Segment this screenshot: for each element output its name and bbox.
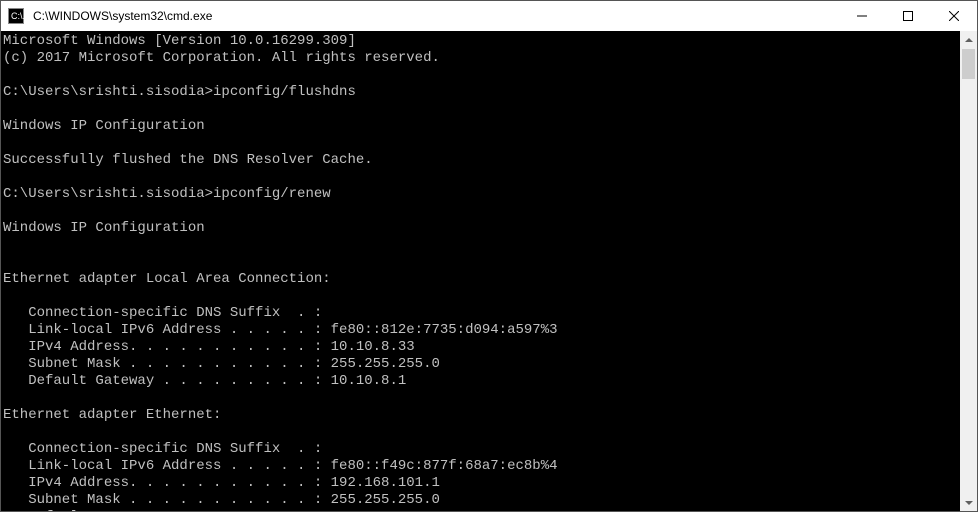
- cmd-icon: C:\.: [8, 8, 24, 24]
- minimize-icon: [857, 11, 867, 21]
- chevron-down-icon: [965, 501, 973, 505]
- maximize-icon: [903, 11, 913, 21]
- scroll-up-button[interactable]: [960, 31, 977, 48]
- minimize-button[interactable]: [839, 1, 885, 31]
- window-title: C:\WINDOWS\system32\cmd.exe: [31, 9, 839, 23]
- titlebar[interactable]: C:\. C:\WINDOWS\system32\cmd.exe: [1, 1, 977, 31]
- close-icon: [949, 11, 959, 21]
- close-button[interactable]: [931, 1, 977, 31]
- window-controls: [839, 1, 977, 31]
- chevron-up-icon: [965, 38, 973, 42]
- scroll-down-button[interactable]: [960, 494, 977, 511]
- vertical-scrollbar[interactable]: [960, 31, 977, 511]
- terminal-area: Microsoft Windows [Version 10.0.16299.30…: [1, 31, 977, 511]
- scroll-thumb[interactable]: [962, 49, 975, 79]
- terminal-output[interactable]: Microsoft Windows [Version 10.0.16299.30…: [1, 31, 960, 511]
- maximize-button[interactable]: [885, 1, 931, 31]
- cmd-window: C:\. C:\WINDOWS\system32\cmd.exe Microso…: [0, 0, 978, 512]
- system-menu-icon[interactable]: C:\.: [1, 1, 31, 31]
